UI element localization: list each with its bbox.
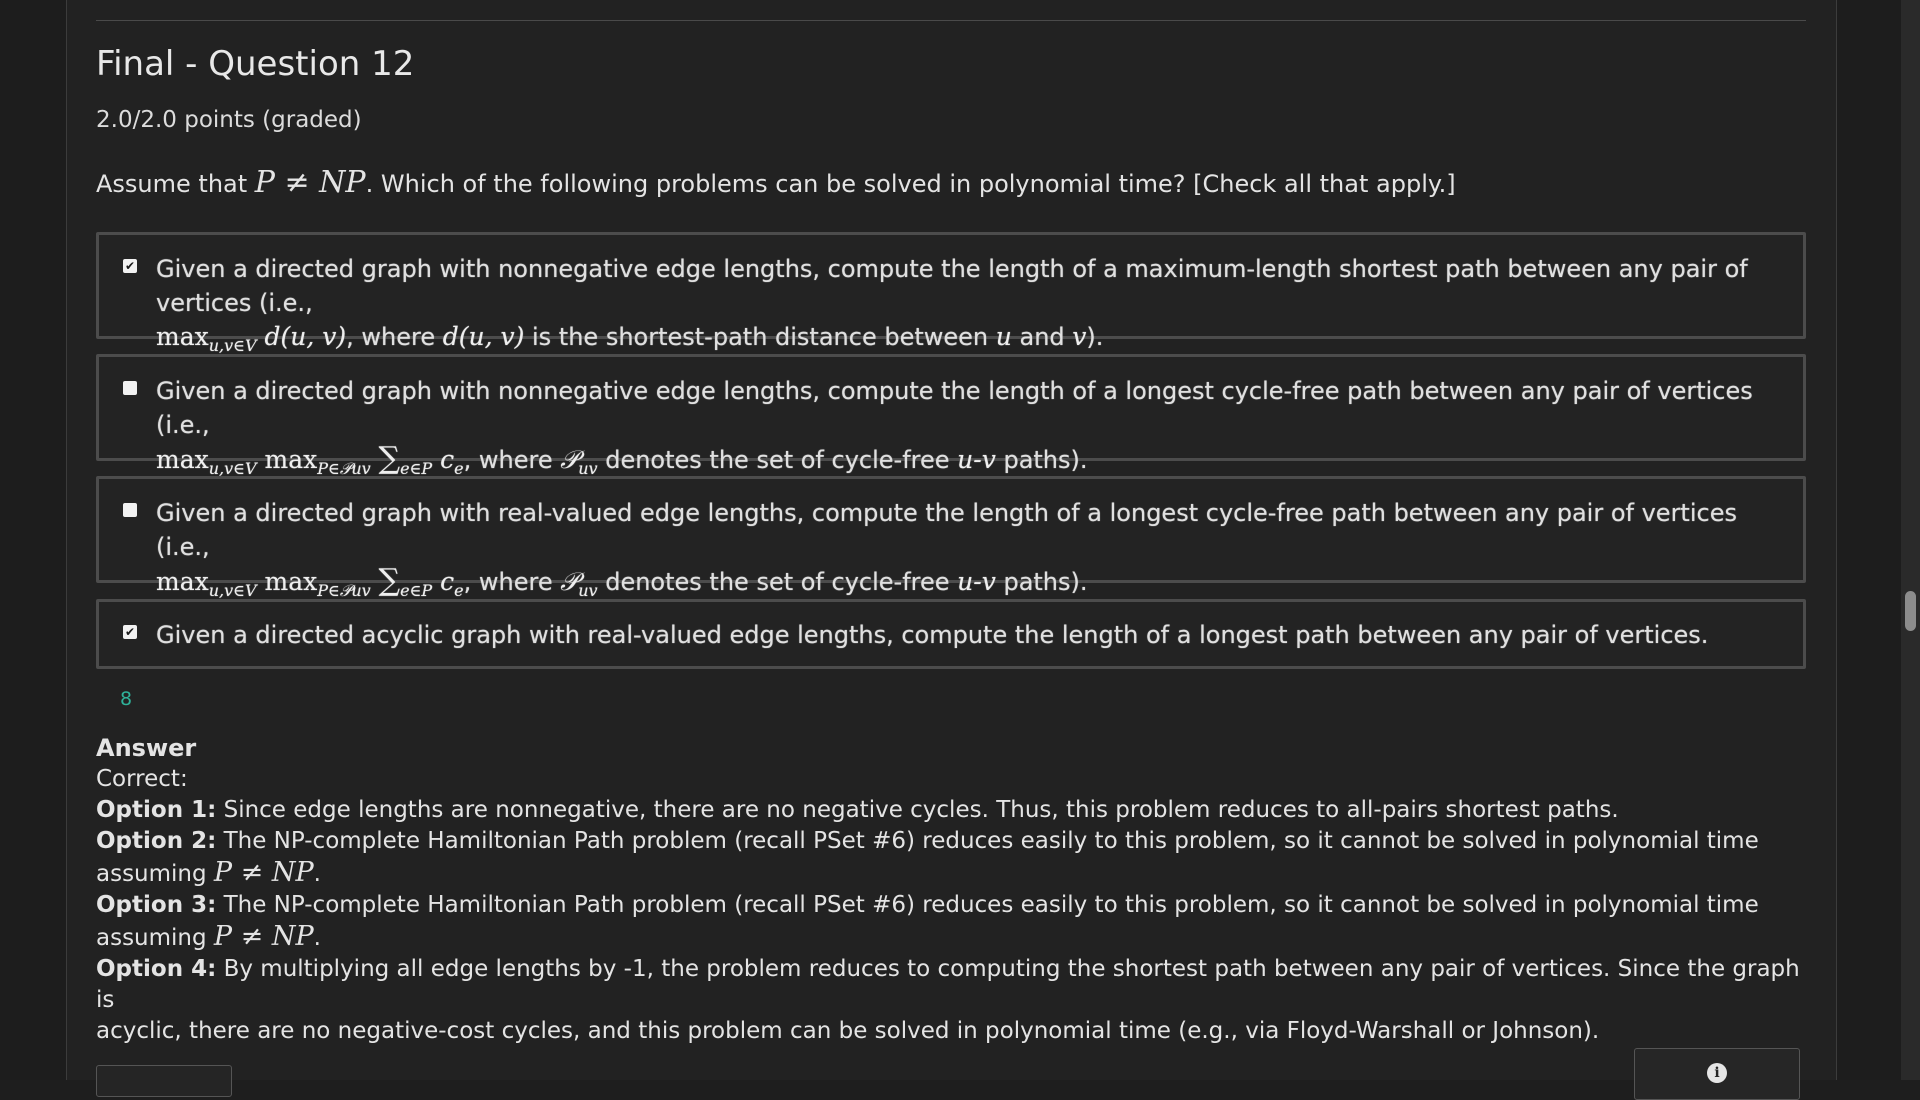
checkmark-icon: ✔ — [124, 625, 136, 639]
answer-option-2: Option 2: The NP-complete Hamiltonian Pa… — [96, 828, 1759, 854]
answer-option-3-cont: assuming P ≠ NP. — [96, 921, 321, 952]
left-gutter — [0, 0, 67, 1080]
checkmark-icon: ✔ — [124, 259, 136, 273]
scrollbar-thumb[interactable] — [1905, 591, 1916, 631]
option-3[interactable]: Given a directed graph with real-valued … — [96, 476, 1806, 600]
answer-option-1: Option 1: Since edge lengths are nonnega… — [96, 797, 1619, 823]
option-3-checkbox[interactable] — [123, 503, 137, 517]
option-2-text: Given a directed graph with nonnegative … — [156, 377, 1753, 439]
option-1-text: Given a directed graph with nonnegative … — [156, 255, 1748, 317]
option-1[interactable]: ✔ Given a directed graph with nonnegativ… — [96, 232, 1806, 355]
option-1-checkbox[interactable]: ✔ — [123, 259, 137, 273]
option-3-math: maxu,v∈V maxP∈𝒫uv ∑e∈P ce — [156, 563, 464, 601]
answer-option-4-cont: acyclic, there are no negative-cost cycl… — [96, 1018, 1600, 1044]
option-1-label: Given a directed graph with nonnegative … — [156, 255, 1748, 355]
answer-option-2-cont: assuming P ≠ NP. — [96, 857, 321, 888]
option-4[interactable]: ✔ Given a directed acyclic graph with re… — [96, 599, 1806, 669]
right-gutter — [1836, 0, 1902, 1080]
answer-heading: Answer — [96, 734, 197, 762]
answer-option-4: Option 4: By multiplying all edge length… — [96, 956, 1800, 1013]
answer-section: Answer Correct: Option 1: Since edge len… — [96, 733, 1806, 1047]
scrollbar-track[interactable] — [1901, 0, 1920, 1080]
points-status: 2.0/2.0 points (graded) — [96, 107, 362, 133]
help-button[interactable]: i — [1634, 1048, 1800, 1100]
question-title: Final - Question 12 — [96, 44, 415, 84]
attempt-counter: 8 — [120, 688, 133, 710]
prompt-text-after: . Which of the following problems can be… — [365, 170, 1456, 198]
answer-status: Correct: — [96, 766, 188, 792]
option-3-label: Given a directed graph with real-valued … — [156, 499, 1737, 601]
option-4-label: Given a directed acyclic graph with real… — [156, 618, 1789, 652]
answer-option-3: Option 3: The NP-complete Hamiltonian Pa… — [96, 892, 1759, 918]
option-1-math: maxu,v∈V d(u, v) — [156, 322, 347, 355]
option-3-text: Given a directed graph with real-valued … — [156, 499, 1737, 561]
prompt-math: P ≠ NP — [254, 165, 366, 200]
prompt-text-before: Assume that — [96, 170, 255, 198]
option-2-label: Given a directed graph with nonnegative … — [156, 377, 1753, 479]
option-2-checkbox[interactable] — [123, 381, 137, 395]
option-2-math: maxu,v∈V maxP∈𝒫uv ∑e∈P ce — [156, 441, 464, 479]
question-prompt: Assume that P ≠ NP. Which of the followi… — [96, 165, 1456, 200]
divider — [96, 20, 1806, 21]
info-icon: i — [1707, 1063, 1727, 1083]
option-4-text: Given a directed acyclic graph with real… — [156, 621, 1709, 649]
submit-button[interactable] — [96, 1065, 232, 1097]
option-2[interactable]: Given a directed graph with nonnegative … — [96, 354, 1806, 478]
option-4-checkbox[interactable]: ✔ — [123, 625, 137, 639]
